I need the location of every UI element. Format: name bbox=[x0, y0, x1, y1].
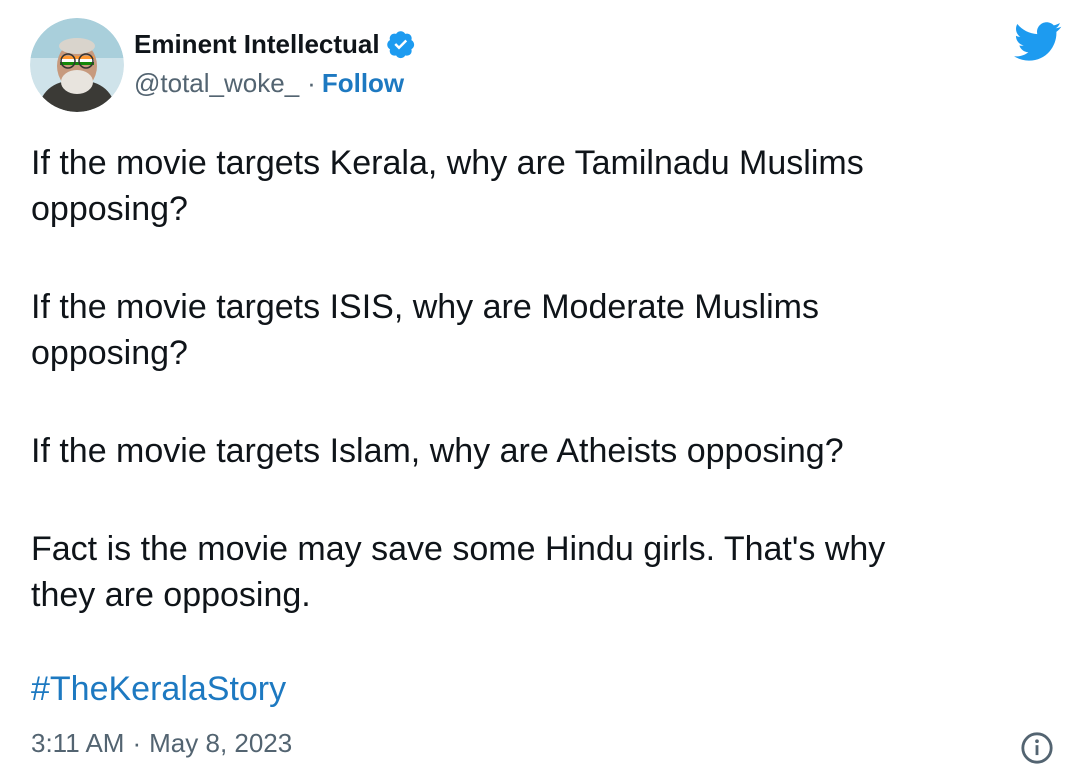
meta-separator: · bbox=[132, 728, 142, 758]
twitter-bird-icon[interactable] bbox=[1014, 22, 1062, 62]
tweet-timestamp[interactable]: 3:11 AM · May 8, 2023 bbox=[31, 728, 292, 759]
tweet-paragraph: If the movie targets ISIS, why are Moder… bbox=[31, 288, 819, 372]
tweet-date[interactable]: May 8, 2023 bbox=[149, 728, 292, 759]
tweet-paragraph: If the movie targets Kerala, why are Tam… bbox=[31, 144, 864, 228]
avatar[interactable] bbox=[30, 18, 124, 112]
verified-badge-icon bbox=[386, 29, 416, 59]
avatar-image bbox=[30, 18, 124, 112]
tweet-card: Eminent Intellectual @total_woke_ · Foll… bbox=[0, 0, 1092, 782]
name-row: Eminent Intellectual bbox=[134, 26, 416, 62]
follow-link[interactable]: Follow bbox=[322, 68, 404, 99]
author-handle[interactable]: @total_woke_ bbox=[134, 68, 299, 99]
handle-row: @total_woke_ · Follow bbox=[134, 68, 416, 99]
tweet-header: Eminent Intellectual @total_woke_ · Foll… bbox=[28, 18, 1068, 118]
tweet-paragraph: Fact is the movie may save some Hindu gi… bbox=[31, 530, 886, 614]
hashtag-link[interactable]: #TheKeralaStory bbox=[31, 666, 286, 712]
handle-separator: · bbox=[307, 68, 316, 98]
tweet-paragraph: If the movie targets Islam, why are Athe… bbox=[31, 432, 844, 470]
author-info: Eminent Intellectual @total_woke_ · Foll… bbox=[134, 26, 416, 99]
tweet-time[interactable]: 3:11 AM bbox=[31, 728, 124, 759]
author-display-name[interactable]: Eminent Intellectual bbox=[134, 29, 380, 60]
tweet-body: If the movie targets Kerala, why are Tam… bbox=[31, 140, 1041, 670]
info-icon[interactable] bbox=[1020, 731, 1054, 765]
